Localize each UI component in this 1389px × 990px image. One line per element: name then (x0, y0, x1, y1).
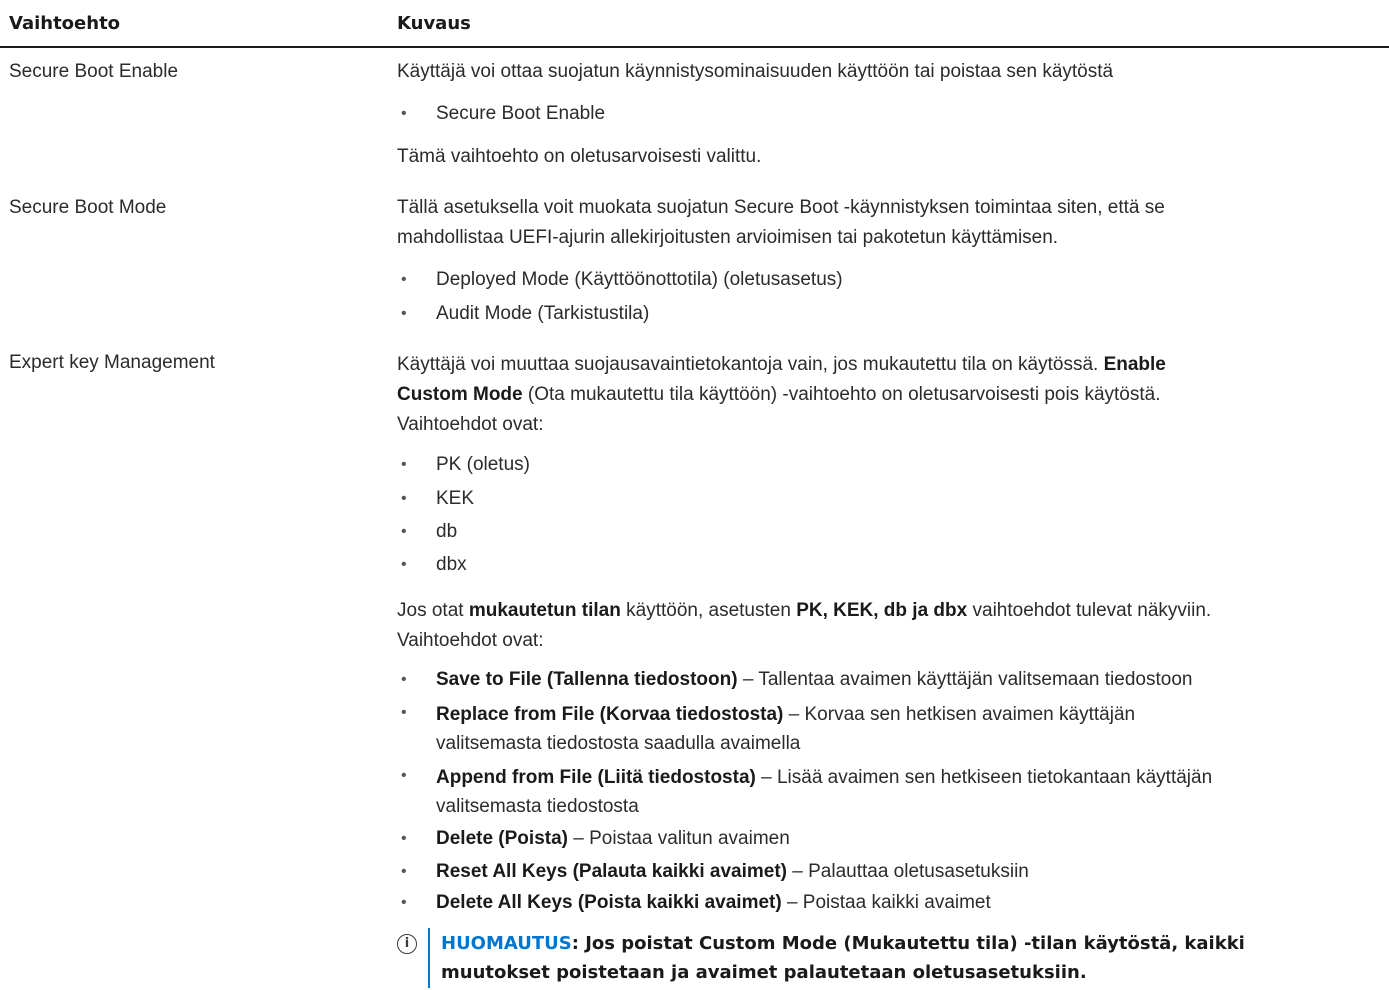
bullet-icon: • (401, 456, 407, 473)
column-header-description: Kuvaus (397, 13, 471, 34)
list-item: db (436, 521, 458, 542)
bullet-icon: • (401, 523, 407, 540)
bullet-icon: • (401, 105, 407, 122)
bullet-icon: • (401, 305, 407, 322)
note-accent-bar (428, 928, 430, 988)
bullet-icon: • (401, 863, 407, 880)
column-header-option: Vaihtoehto (9, 13, 121, 34)
bullet-icon: • (401, 671, 407, 688)
list-item-save-to-file: Save to File (Tallenna tiedostoon) – Tal… (436, 669, 1193, 690)
description-intro: Käyttäjä voi muuttaa suojausavaintietoka… (397, 354, 1166, 435)
bullet-icon: • (401, 271, 407, 288)
option-expert-key-management: Expert key Management (9, 352, 215, 373)
document-page: Vaihtoehto Kuvaus Secure Boot Enable Käy… (0, 0, 1389, 990)
list-item-reset-all-keys: Reset All Keys (Palauta kaikki avaimet) … (436, 861, 1029, 882)
list-item: Deployed Mode (Käyttöönottotila) (oletus… (436, 269, 843, 290)
description-text: Tällä asetuksella voit muokata suojatun … (397, 197, 1165, 218)
list-item: dbx (436, 554, 467, 575)
bullet-icon: • (401, 767, 407, 784)
info-icon: i (397, 934, 417, 954)
note-text: HUOMAUTUS: Jos poistat Custom Mode (Muka… (441, 933, 1245, 983)
note-label: HUOMAUTUS (441, 933, 572, 954)
custom-mode-paragraph: Jos otat mukautetun tilan käyttöön, aset… (397, 600, 1212, 651)
list-item-delete-all-keys: Delete All Keys (Poista kaikki avaimet) … (436, 892, 991, 913)
description-footer: Tämä vaihtoehto on oletusarvoisesti vali… (397, 146, 762, 167)
list-item: KEK (436, 488, 475, 509)
list-item-append-from-file: Append from File (Liitä tiedostosta) – L… (436, 767, 1213, 817)
list-item-replace-from-file: Replace from File (Korvaa tiedostosta) –… (436, 704, 1136, 754)
list-item-delete: Delete (Poista) – Poistaa valitun avaime… (436, 828, 790, 849)
description-text: Käyttäjä voi ottaa suojatun käynnistysom… (397, 61, 1114, 82)
bullet-icon: • (401, 704, 407, 721)
bullet-icon: • (401, 556, 407, 573)
bullet-icon: • (401, 894, 407, 911)
list-item: Secure Boot Enable (436, 103, 606, 124)
option-secure-boot-enable: Secure Boot Enable (9, 61, 179, 82)
list-item: Audit Mode (Tarkistustila) (436, 303, 650, 324)
description-text: mahdollistaa UEFI-ajurin allekirjoituste… (397, 227, 1059, 248)
list-item: PK (oletus) (436, 454, 530, 475)
table-header: Vaihtoehto Kuvaus (0, 0, 1389, 48)
bullet-icon: • (401, 490, 407, 507)
bullet-icon: • (401, 830, 407, 847)
option-secure-boot-mode: Secure Boot Mode (9, 197, 167, 218)
